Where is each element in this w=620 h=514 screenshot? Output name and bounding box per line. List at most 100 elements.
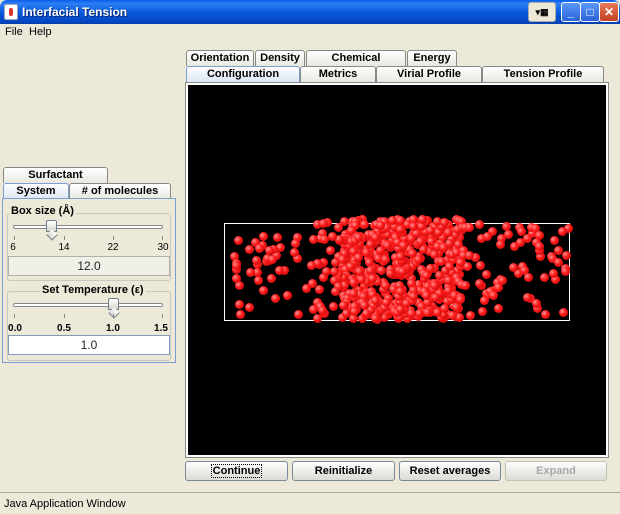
box-size-tick: [64, 236, 65, 240]
close-icon[interactable]: ✕: [599, 2, 619, 22]
molecule: [232, 273, 242, 283]
box-size-tick: [14, 236, 15, 240]
temperature-tick: [14, 314, 15, 318]
molecule: [309, 234, 319, 244]
tab-virial-profile[interactable]: Virial Profile: [376, 66, 482, 82]
temperature-tick: [113, 314, 114, 318]
temperature-input[interactable]: 1.0: [8, 335, 170, 355]
tab-configuration[interactable]: Configuration: [186, 66, 300, 82]
title-bar: Interfacial Tension ▾▦ _ □ ✕: [0, 0, 620, 24]
molecule: [346, 261, 356, 271]
molecule: [382, 240, 392, 250]
molecule: [475, 260, 485, 270]
temperature-slider-thumb[interactable]: [107, 298, 119, 310]
box-size-tick: [113, 236, 114, 240]
molecule: [535, 230, 545, 240]
molecule: [439, 218, 449, 228]
molecule: [430, 292, 440, 302]
molecule: [540, 309, 550, 319]
tab-num-molecules[interactable]: # of molecules: [69, 183, 171, 199]
box-size-slider-thumb[interactable]: [46, 220, 57, 232]
molecule: [328, 231, 338, 241]
tab-surfactant-potential[interactable]: Surfactant potential: [3, 167, 108, 196]
molecule: [273, 232, 283, 242]
box-size-tick-label: 22: [107, 242, 119, 253]
temperature-slider-track[interactable]: [13, 303, 163, 307]
molecule: [308, 278, 318, 288]
reset-averages-button[interactable]: Reset averages: [399, 461, 501, 481]
tab-orientation[interactable]: Orientation: [186, 50, 254, 66]
maximize-icon[interactable]: □: [580, 2, 600, 22]
molecule: [395, 215, 405, 225]
molecule: [375, 221, 385, 231]
molecule: [370, 233, 380, 243]
molecule: [408, 221, 418, 231]
molecule: [381, 298, 391, 308]
molecule: [395, 286, 405, 296]
molecule: [395, 251, 405, 261]
box-size-slider-track[interactable]: [13, 225, 163, 229]
molecule: [464, 250, 474, 260]
molecule: [338, 254, 348, 264]
molecule: [523, 292, 533, 302]
simulation-canvas[interactable]: [188, 85, 606, 455]
molecule: [444, 261, 454, 271]
box-size-value-field: 12.0: [8, 256, 170, 276]
minimize-icon[interactable]: _: [561, 2, 581, 22]
molecule: [356, 274, 366, 284]
molecule: [267, 273, 277, 283]
box-size-title: Box size (Å): [9, 205, 76, 217]
reinitialize-button[interactable]: Reinitialize: [292, 461, 395, 481]
molecule: [423, 307, 433, 317]
molecule: [339, 300, 349, 310]
tab-metrics[interactable]: Metrics: [300, 66, 376, 82]
tab-chemical-potential[interactable]: Chemical Potential: [306, 50, 406, 79]
molecule: [461, 280, 471, 290]
box-size-tick-label: 6: [10, 242, 16, 253]
molecule: [370, 313, 380, 323]
molecule: [561, 250, 571, 260]
menu-help[interactable]: Help: [29, 26, 52, 38]
molecule: [397, 266, 407, 276]
molecule: [258, 232, 268, 242]
molecule: [406, 308, 416, 318]
tab-energy[interactable]: Energy: [407, 50, 457, 66]
molecule: [475, 278, 485, 288]
temperature-tick: [162, 314, 163, 318]
continue-button[interactable]: Continue: [185, 461, 288, 481]
molecule: [408, 291, 418, 301]
molecule: [330, 286, 340, 296]
box-size-tick-label: 30: [157, 242, 169, 253]
molecule: [353, 233, 363, 243]
molecule: [488, 290, 498, 300]
molecule: [558, 226, 568, 236]
molecule: [370, 295, 380, 305]
window-title: Interfacial Tension: [22, 5, 128, 19]
molecule: [407, 249, 417, 258]
menu-bar: File Help: [0, 24, 620, 42]
tab-density[interactable]: Density: [255, 50, 305, 66]
temperature-tick-label: 0.5: [57, 323, 71, 334]
molecule: [312, 313, 322, 323]
molecule: [432, 308, 442, 318]
molecule: [270, 293, 280, 303]
molecule: [333, 223, 343, 233]
box-size-tick: [162, 236, 163, 240]
tab-tension-profile[interactable]: Tension Profile: [482, 66, 604, 82]
status-text: Java Application Window: [4, 498, 126, 510]
menu-file[interactable]: File: [5, 26, 23, 38]
molecule: [396, 304, 406, 314]
molecule: [466, 310, 476, 320]
system-panel: Box size (Å) 6 14 22 30 12.0 Set Tempera…: [2, 198, 176, 363]
molecule: [380, 280, 390, 290]
expand-button[interactable]: Expand: [505, 461, 607, 481]
molecule: [523, 273, 533, 282]
configuration-panel: [185, 82, 609, 458]
molecule: [553, 257, 563, 267]
system-menu-icon[interactable]: ▾▦: [528, 2, 556, 22]
java-app-icon[interactable]: [4, 4, 18, 20]
molecule: [443, 227, 453, 237]
molecule: [325, 245, 335, 255]
tab-system[interactable]: System: [3, 183, 69, 199]
temperature-tick-label: 1.5: [154, 323, 168, 334]
